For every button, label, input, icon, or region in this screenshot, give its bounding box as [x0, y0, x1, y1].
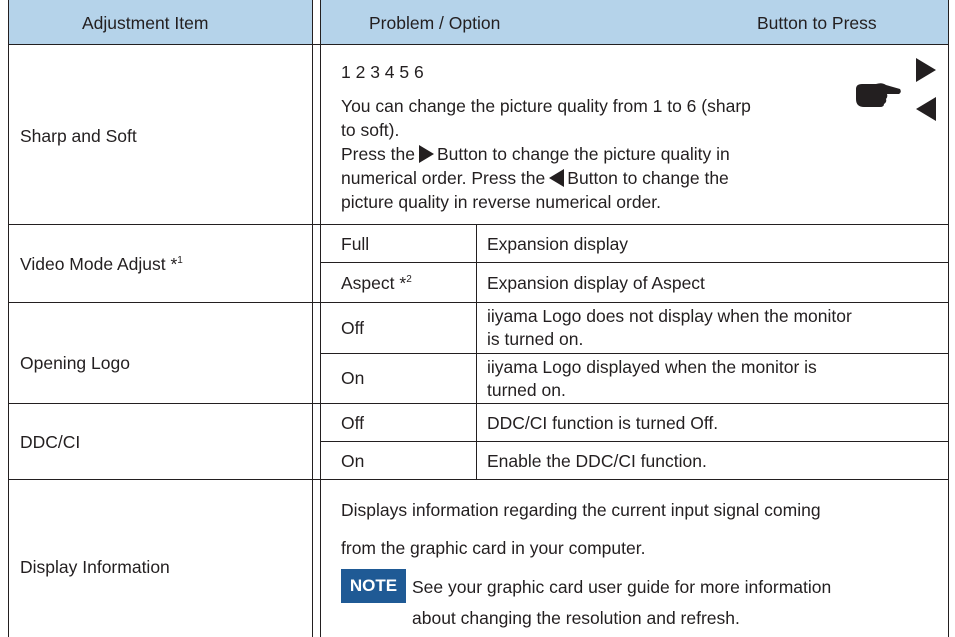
- ddc-option-on: On: [341, 451, 365, 471]
- pointing-hand-icon: [856, 83, 901, 107]
- column-divider-double-a: [312, 0, 313, 637]
- header-button-to-press: Button to Press: [757, 13, 877, 33]
- left-button-icon: [916, 97, 936, 121]
- option-full-desc: Expansion display: [487, 234, 629, 254]
- logo-option-on: On: [341, 368, 365, 388]
- option-aspect: Aspect *2: [341, 273, 412, 293]
- row-divider: [8, 479, 949, 480]
- column-divider-double-b: [320, 0, 321, 637]
- ddc-option-off: Off: [341, 413, 365, 433]
- sharp-description: You can change the picture quality from …: [341, 96, 751, 212]
- sub-column-divider: [476, 224, 477, 479]
- table-left-border: [8, 0, 9, 637]
- item-sharp-and-soft: Sharp and Soft: [20, 126, 137, 146]
- note-badge: NOTE: [341, 569, 406, 603]
- left-triangle-icon: [549, 169, 565, 187]
- row-divider: [320, 353, 949, 354]
- header-adjustment-item: Adjustment Item: [82, 13, 209, 33]
- note-line-1: See your graphic card user guide for mor…: [412, 577, 832, 597]
- row-divider: [8, 224, 949, 225]
- logo-on-desc: iiyama Logo displayed when the monitor i…: [487, 357, 817, 400]
- info-desc-line-2: from the graphic card in your computer.: [341, 538, 646, 558]
- right-button-icon: [916, 58, 936, 82]
- logo-option-off: Off: [341, 318, 365, 338]
- row-divider: [8, 403, 949, 404]
- note-line-2: about changing the resolution and refres…: [412, 608, 740, 628]
- row-divider: [8, 44, 949, 45]
- row-divider: [8, 302, 949, 303]
- ddc-on-desc: Enable the DDC/CI function.: [487, 451, 707, 471]
- option-aspect-desc: Expansion display of Aspect: [487, 273, 705, 293]
- info-desc-line-1: Displays information regarding the curre…: [341, 500, 821, 520]
- item-video-mode-adjust: Video Mode Adjust *1: [20, 254, 183, 274]
- item-ddc-ci: DDC/CI: [20, 432, 81, 452]
- item-display-information: Display Information: [20, 557, 170, 577]
- row-divider: [320, 441, 949, 442]
- ddc-off-desc: DDC/CI function is turned Off.: [487, 413, 719, 433]
- option-full: Full: [341, 234, 370, 254]
- sharp-levels: 1 2 3 4 5 6: [341, 62, 424, 82]
- item-opening-logo: Opening Logo: [20, 353, 130, 373]
- header-problem-option: Problem / Option: [369, 13, 501, 33]
- logo-off-desc: iiyama Logo does not display when the mo…: [487, 306, 852, 349]
- right-triangle-icon: [418, 145, 434, 163]
- table-right-border: [948, 0, 949, 637]
- row-divider: [320, 262, 949, 263]
